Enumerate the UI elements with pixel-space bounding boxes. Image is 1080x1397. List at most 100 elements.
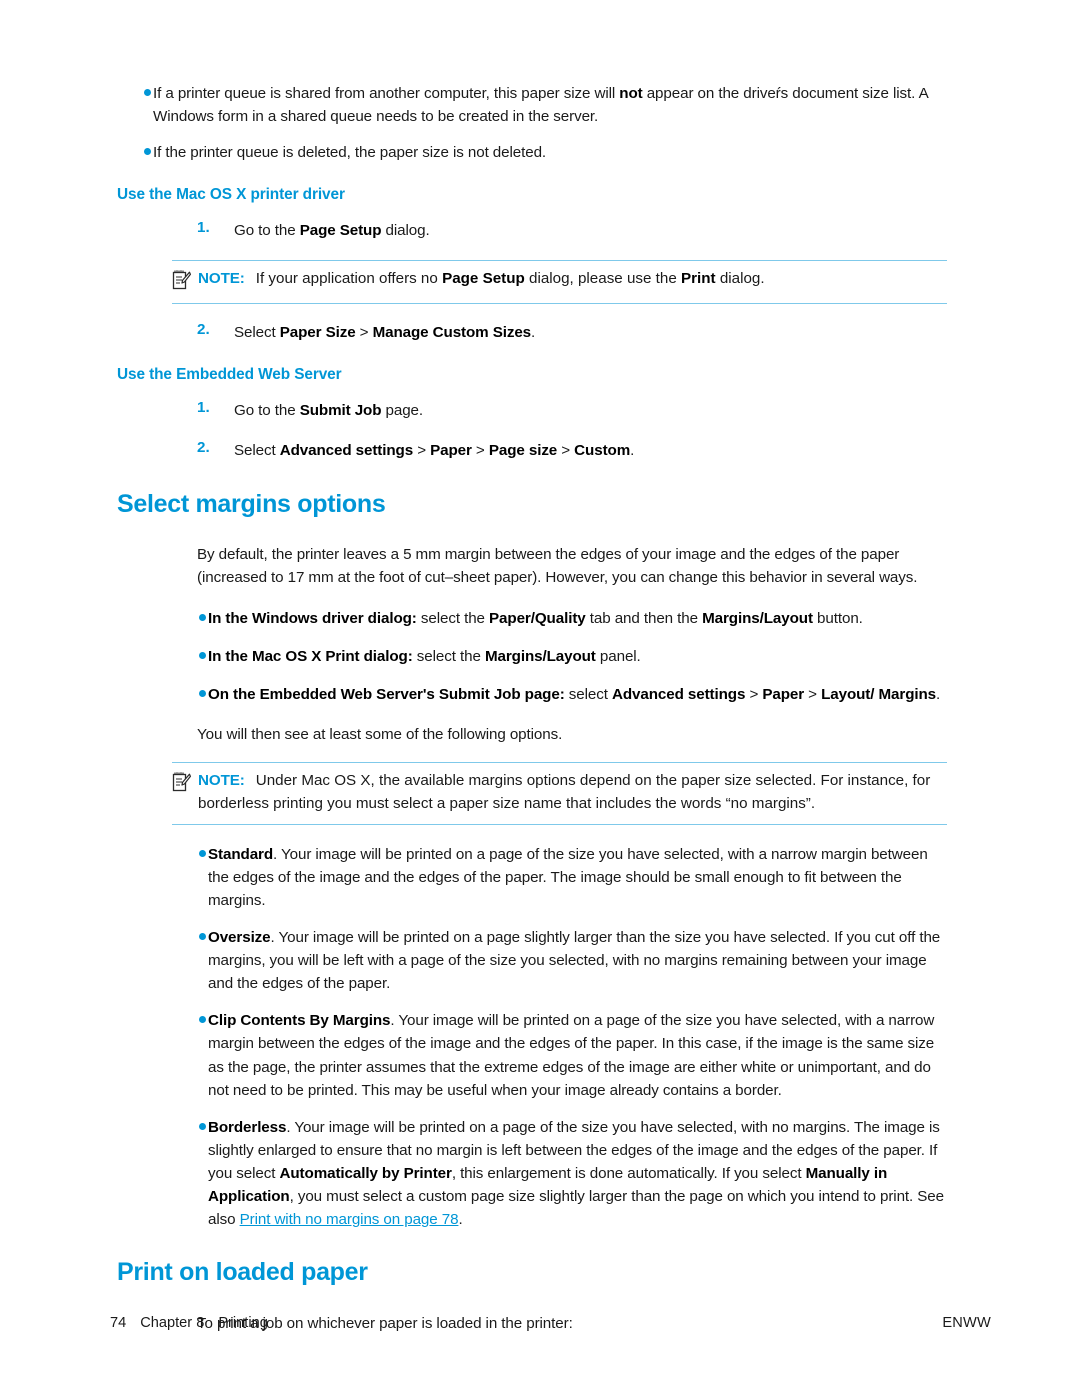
step-text: Select Advanced settings > Paper > Page … [234,439,947,462]
plain-text: > [355,324,373,342]
plain-text: > [413,441,431,459]
numbered-step: 1. Go to the Page Setup dialog. [117,219,947,242]
step-text: Go to the Page Setup dialog. [234,219,947,242]
plain-text: Under Mac OS X, the available margins op… [198,772,931,813]
bullet-icon [172,1009,208,1024]
emphasis-text: Page size [488,441,558,459]
list-item-text: Clip Contents By Margins. Your image wil… [208,1009,947,1101]
emphasis-text: Layout/ Margins [821,686,937,704]
note-body-text: If your application offers no Page Setup… [256,270,765,287]
subheading-embedded-web-server: Use the Embedded Web Server [117,366,342,384]
footer-page-number: 74 [110,1315,127,1331]
note-icon [172,268,198,295]
emphasis-text: Margins/Layout [702,609,813,627]
step-marker: 1. [197,219,210,237]
emphasis-text: In the Mac OS X Print dialog: [208,647,413,665]
list-item-text: In the Mac OS X Print dialog: select the… [208,645,947,668]
emphasis-text: Margins/Layout [484,647,596,665]
bullet-icon [172,683,208,698]
plain-text: > [471,441,489,459]
plain-text: > [745,686,763,704]
footer-chapter-title: Printing [218,1315,268,1331]
plain-text: If your application offers no [255,270,443,288]
margins-option-bullet-list: Standard . Your image will be printed on … [172,843,947,1231]
plain-text: tab and then the [585,609,703,627]
plain-text: Select [234,441,280,459]
page-footer: 74 Chapter 8 Printing ENWW [110,1315,991,1331]
page-title-print-on-loaded-paper: Print on loaded paper [117,1258,368,1287]
note-block: NOTE: If your application offers no Page … [172,260,947,305]
list-item: If the printer queue is deleted, the pap… [117,141,947,164]
emphasis-text: Page Setup [442,270,525,288]
document-page: If a printer queue is shared from anothe… [0,0,1080,1397]
plain-text: panel. [595,647,641,665]
emphasis-text: Paper [762,686,805,704]
page-content: If a printer queue is shared from anothe… [117,82,947,1335]
bullet-icon [172,843,208,857]
plain-text: If the printer queue is deleted, the pap… [153,144,547,162]
plain-text: select [564,686,612,704]
plain-text: select the [412,647,485,665]
plain-text: . [531,324,536,342]
plain-text: . [630,441,635,459]
list-item-text: Standard. Your image will be printed on … [208,843,947,912]
list-item-text: Oversize. Your image will be printed on … [208,926,947,995]
step-marker: 2. [197,438,210,456]
plain-text: dialog. [381,222,430,240]
page-title-select-margins: Select margins options [117,489,386,518]
emphasis-text: Submit Job [299,402,382,420]
numbered-step: 2. Select Paper Size > Manage Custom Siz… [117,321,947,344]
plain-text: If a printer queue is shared from anothe… [153,85,620,102]
emphasis-text: not [619,85,643,102]
note-label: NOTE: [198,270,245,288]
plain-text: button. [812,609,863,627]
step-marker: 2. [197,321,210,339]
note-icon [172,770,198,797]
emphasis-text: Clip Contents By Margins [208,1012,391,1030]
emphasis-text: In the Windows driver dialog: [208,609,417,627]
plain-text: select the [416,609,490,627]
footer-locale-code: ENWW [942,1315,991,1331]
emphasis-text: Page Setup [299,222,382,240]
plain-text: . Your image will be printed on a page s… [208,929,941,993]
plain-text: . [458,1211,463,1229]
cross-reference-link[interactable]: Print with no margins on page 78 [240,1211,459,1228]
bullet-icon [172,1116,208,1130]
plain-text: Go to the [234,402,300,420]
bullet-icon [172,926,208,941]
bullet-icon [117,82,153,96]
margins-after-bullets-text: You will then see at least some of the f… [197,726,563,744]
plain-text: > [804,686,822,704]
emphasis-text: Automatically by Printer [279,1164,452,1182]
plain-text: dialog. [715,270,765,288]
plain-text: Go to the [234,222,300,240]
numbered-step: 1. Go to the Submit Job page. [117,399,947,422]
emphasis-text: Paper/Quality [489,609,586,627]
numbered-step: 2. Select Advanced settings > Paper > Pa… [117,439,947,462]
subheading-mac-driver: Use the Mac OS X printer driver [117,186,345,204]
bullet-icon [172,645,208,659]
note-block: NOTE: Under Mac OS X, the available margi… [172,762,947,825]
list-item-text: If the printer queue is deleted, the pap… [153,141,947,164]
note-label: NOTE: [198,772,245,790]
emphasis-text: Paper [430,441,472,459]
list-item-text: Borderless. Your image will be printed o… [208,1116,947,1231]
plain-text: dialog, please use the [524,270,681,288]
list-item-text: On the Embedded Web Server's Submit Job … [208,683,947,706]
emphasis-text: Standard [208,845,274,863]
margins-intro-paragraph: By default, the printer leaves a 5 mm ma… [197,545,918,586]
note-text: NOTE: Under Mac OS X, the available margi… [198,770,947,816]
emphasis-text: On the Embedded Web Server's Submit Job … [208,686,565,704]
list-item: On the Embedded Web Server's Submit Job … [172,683,947,706]
plain-text: , this enlargement is done automatically… [451,1164,806,1182]
emphasis-text: Advanced settings [611,686,746,704]
plain-text: page. [381,402,424,420]
footer-chapter: Chapter 8 [140,1315,205,1331]
bullet-icon [172,607,208,621]
step-marker: 1. [197,399,210,417]
step-text: Go to the Submit Job page. [234,399,947,422]
emphasis-text: Custom [574,441,631,459]
list-item: In the Windows driver dialog: select the… [172,607,947,630]
margins-dialog-bullet-list: In the Windows driver dialog: select the… [172,607,947,706]
list-item: Borderless. Your image will be printed o… [172,1116,947,1231]
